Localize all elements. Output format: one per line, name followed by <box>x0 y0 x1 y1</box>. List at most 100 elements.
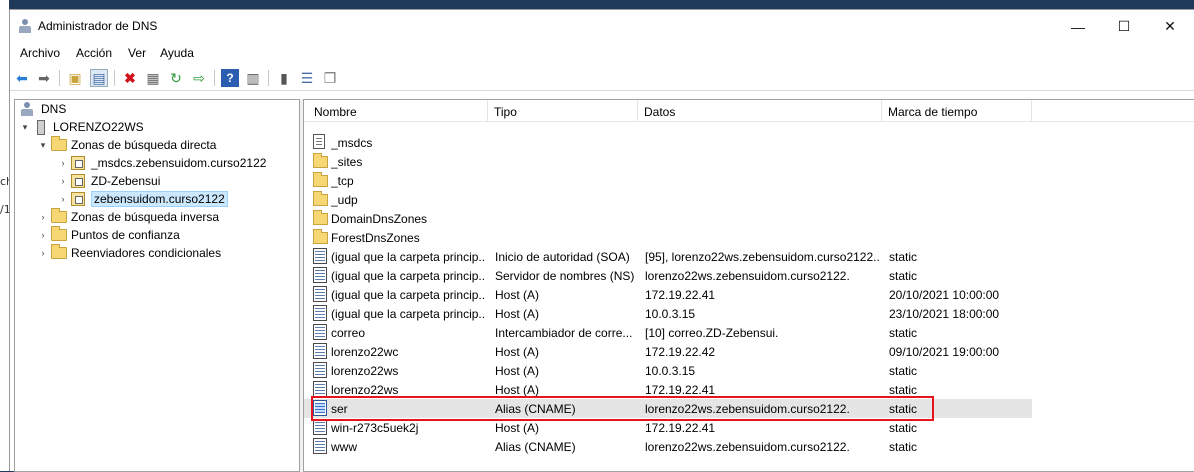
chevron-down-icon[interactable]: ▾ <box>19 122 31 133</box>
column-header-marca-tiempo[interactable]: Marca de tiempo <box>882 100 1032 122</box>
chevron-right-icon[interactable]: › <box>57 194 69 204</box>
chevron-right-icon[interactable]: › <box>57 158 69 168</box>
delete-icon[interactable]: ✖ <box>121 69 139 87</box>
cell-datos: 10.0.3.15 <box>645 307 696 321</box>
dns-app-icon <box>19 19 31 33</box>
tree-node-trust-points[interactable]: › Puntos de confianza <box>37 226 180 244</box>
cell-marca-tiempo: static <box>889 250 918 264</box>
show-hide-tree-icon[interactable]: ▤ <box>90 69 108 87</box>
tree-node-zone[interactable]: › _msdcs.zebensuidom.curso2122 <box>57 154 266 172</box>
cell-marca-tiempo: 20/10/2021 10:00:00 <box>889 288 1000 302</box>
table-row[interactable]: DomainDnsZones <box>304 209 1032 228</box>
chevron-right-icon[interactable]: › <box>37 230 49 240</box>
table-row[interactable]: lorenzo22ws Host (A) 172.19.22.41 static <box>304 380 1032 399</box>
cell-tipo: Alias (CNAME) <box>495 402 576 416</box>
table-row[interactable]: (igual que la carpeta princip... Host (A)… <box>304 285 1032 304</box>
table-row[interactable]: lorenzo22wc Host (A) 172.19.22.42 09/10/202… <box>304 342 1032 361</box>
table-row[interactable]: _sites <box>304 152 1032 171</box>
record-icon <box>313 305 329 322</box>
table-row[interactable]: ser Alias (CNAME) lorenzo22ws.zebensuidom.… <box>304 399 1032 418</box>
forward-icon[interactable]: ➡ <box>35 69 53 87</box>
tree-node-zone[interactable]: › ZD-Zebensui <box>57 172 160 190</box>
table-row[interactable]: (igual que la carpeta princip... Servidor… <box>304 266 1032 285</box>
table-row[interactable]: correo Intercambiador de corre... [10] cor… <box>304 323 1032 342</box>
tree-node-forward-zones[interactable]: ▾ Zonas de búsqueda directa <box>37 136 216 154</box>
cell-datos: [95], lorenzo22ws.zebensuidom.curso2122.… <box>645 250 879 264</box>
title-bar[interactable]: Administrador de DNS — ☐ ✕ <box>10 10 1194 43</box>
cell-nombre: (igual que la carpeta princip... <box>331 269 486 283</box>
export-icon[interactable]: ⇨ <box>190 69 208 87</box>
tree-node-conditional-forwarders[interactable]: › Reenviadores condicionales <box>37 244 221 262</box>
cell-nombre: (igual que la carpeta princip... <box>331 288 486 302</box>
cell-datos: 172.19.22.41 <box>645 288 716 302</box>
table-row[interactable]: (igual que la carpeta princip... Inicio d… <box>304 247 1032 266</box>
table-row[interactable]: (igual que la carpeta princip... Host (A)… <box>304 304 1032 323</box>
server-icon <box>33 120 49 135</box>
menu-archivo[interactable]: Archivo <box>10 43 60 63</box>
record-icon <box>313 343 329 360</box>
close-button[interactable]: ✕ <box>1147 10 1193 43</box>
menu-ver[interactable]: Ver <box>114 43 146 63</box>
cell-datos: [10] correo.ZD-Zebensui. <box>645 326 779 340</box>
folder-icon <box>313 229 329 246</box>
tree-pane: DNS ▾ LORENZO22WS ▾ Zonas de búsqueda di… <box>14 99 300 472</box>
cell-tipo: Host (A) <box>495 421 540 435</box>
properties-icon[interactable]: ▦ <box>144 69 162 87</box>
up-folder-icon[interactable]: ▣ <box>66 69 84 87</box>
cell-datos: 172.19.22.42 <box>645 345 716 359</box>
table-row[interactable]: _udp <box>304 190 1032 209</box>
zone-icon <box>71 174 87 188</box>
tree-node-reverse-zones[interactable]: › Zonas de búsqueda inversa <box>37 208 219 226</box>
cell-marca-tiempo: static <box>889 383 918 397</box>
cell-marca-tiempo: static <box>889 402 918 416</box>
chevron-right-icon[interactable]: › <box>57 176 69 186</box>
background-desktop: ch /1 <box>0 0 13 471</box>
list-icon[interactable]: ☰ <box>298 69 316 87</box>
tree-label: Reenviadores condicionales <box>71 246 222 260</box>
folder-icon <box>313 191 329 208</box>
toolbar-separator <box>59 70 60 86</box>
tree-label: Zonas de búsqueda directa <box>71 138 217 152</box>
back-icon[interactable]: ⬅ <box>13 69 31 87</box>
toolbar-separator <box>114 70 115 86</box>
dns-icon <box>21 102 37 116</box>
table-row[interactable]: _msdcs <box>304 133 1032 152</box>
console-view-icon[interactable]: ▥ <box>244 69 262 87</box>
minimize-button[interactable]: — <box>1055 10 1101 43</box>
tree-root-dns[interactable]: DNS <box>19 100 66 118</box>
server-icon[interactable]: ▮ <box>275 69 293 87</box>
copy-icon[interactable]: ❐ <box>321 69 339 87</box>
chevron-right-icon[interactable]: › <box>37 212 49 222</box>
help-icon[interactable]: ? <box>221 69 239 87</box>
cell-marca-tiempo: 09/10/2021 19:00:00 <box>889 345 1000 359</box>
table-row[interactable]: lorenzo22ws Host (A) 10.0.3.15 static <box>304 361 1032 380</box>
table-row[interactable]: _tcp <box>304 171 1032 190</box>
tree-node-server[interactable]: ▾ LORENZO22WS <box>19 118 144 136</box>
chevron-down-icon[interactable]: ▾ <box>37 140 49 151</box>
menu-accion[interactable]: Acción <box>62 43 112 63</box>
menu-ayuda[interactable]: Ayuda <box>148 43 194 63</box>
cell-datos: 172.19.22.41 <box>645 383 716 397</box>
cell-datos: lorenzo22ws.zebensuidom.curso2122. <box>645 402 850 416</box>
cell-marca-tiempo: static <box>889 364 918 378</box>
zone-doc-icon <box>313 134 329 151</box>
column-header-datos[interactable]: Datos <box>638 100 882 122</box>
table-row[interactable]: ForestDnsZones <box>304 228 1032 247</box>
chevron-right-icon[interactable]: › <box>37 248 49 258</box>
table-row[interactable]: win-r273c5uek2j Host (A) 172.19.22.41 stati… <box>304 418 1032 437</box>
tree-label: zebensuidom.curso2122 <box>91 191 228 207</box>
column-header-tipo[interactable]: Tipo <box>488 100 638 122</box>
zone-icon <box>71 156 87 170</box>
maximize-button[interactable]: ☐ <box>1101 10 1147 43</box>
folder-icon <box>313 172 329 189</box>
cell-nombre: (igual que la carpeta princip... <box>331 250 486 264</box>
table-row[interactable]: www Alias (CNAME) lorenzo22ws.zebensuidom.… <box>304 437 1032 456</box>
refresh-icon[interactable]: ↻ <box>167 69 185 87</box>
tree-label: ZD-Zebensui <box>91 174 161 188</box>
cell-tipo: Intercambiador de corre... <box>495 326 633 340</box>
column-header-nombre[interactable]: Nombre <box>308 100 488 122</box>
record-icon <box>313 419 329 436</box>
cell-marca-tiempo: static <box>889 326 918 340</box>
dns-manager-window: Administrador de DNS — ☐ ✕ Archivo Acció… <box>9 9 1194 472</box>
tree-node-zone-selected[interactable]: › zebensuidom.curso2122 <box>57 190 228 208</box>
